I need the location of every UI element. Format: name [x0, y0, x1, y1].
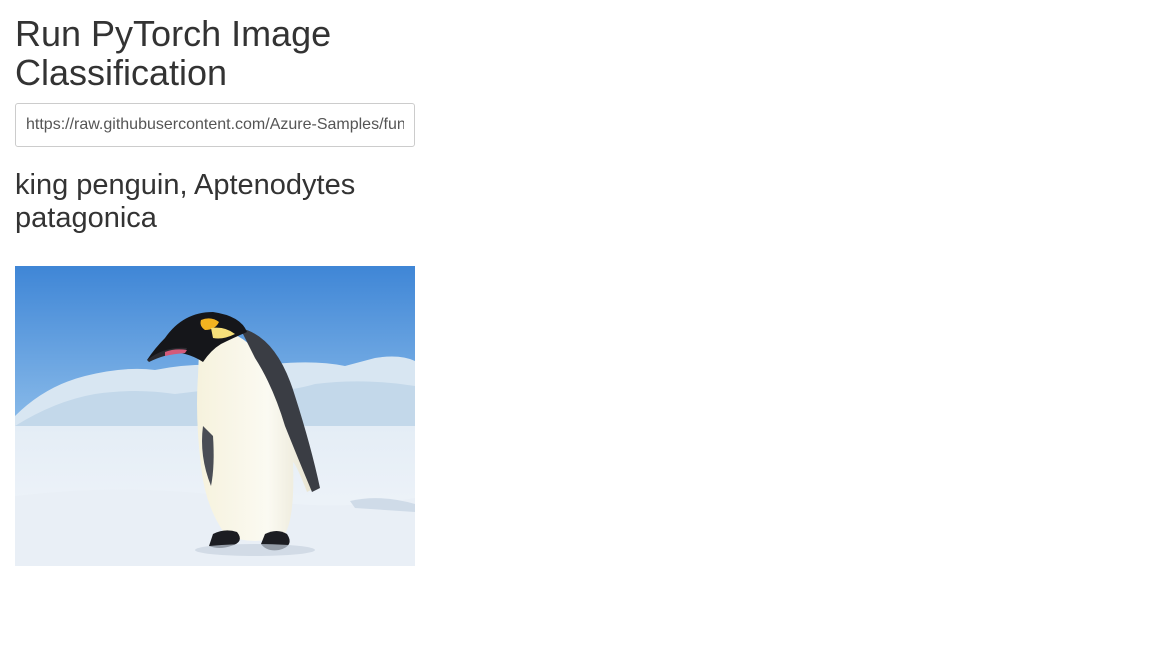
image-url-input[interactable] — [15, 103, 415, 147]
penguin-image — [15, 266, 415, 566]
prediction-label: king penguin, Aptenodytes patagonica — [15, 169, 356, 234]
app-container: Run PyTorch Image Classification king pe… — [15, 0, 415, 566]
page-title: Run PyTorch Image Classification — [15, 13, 332, 93]
